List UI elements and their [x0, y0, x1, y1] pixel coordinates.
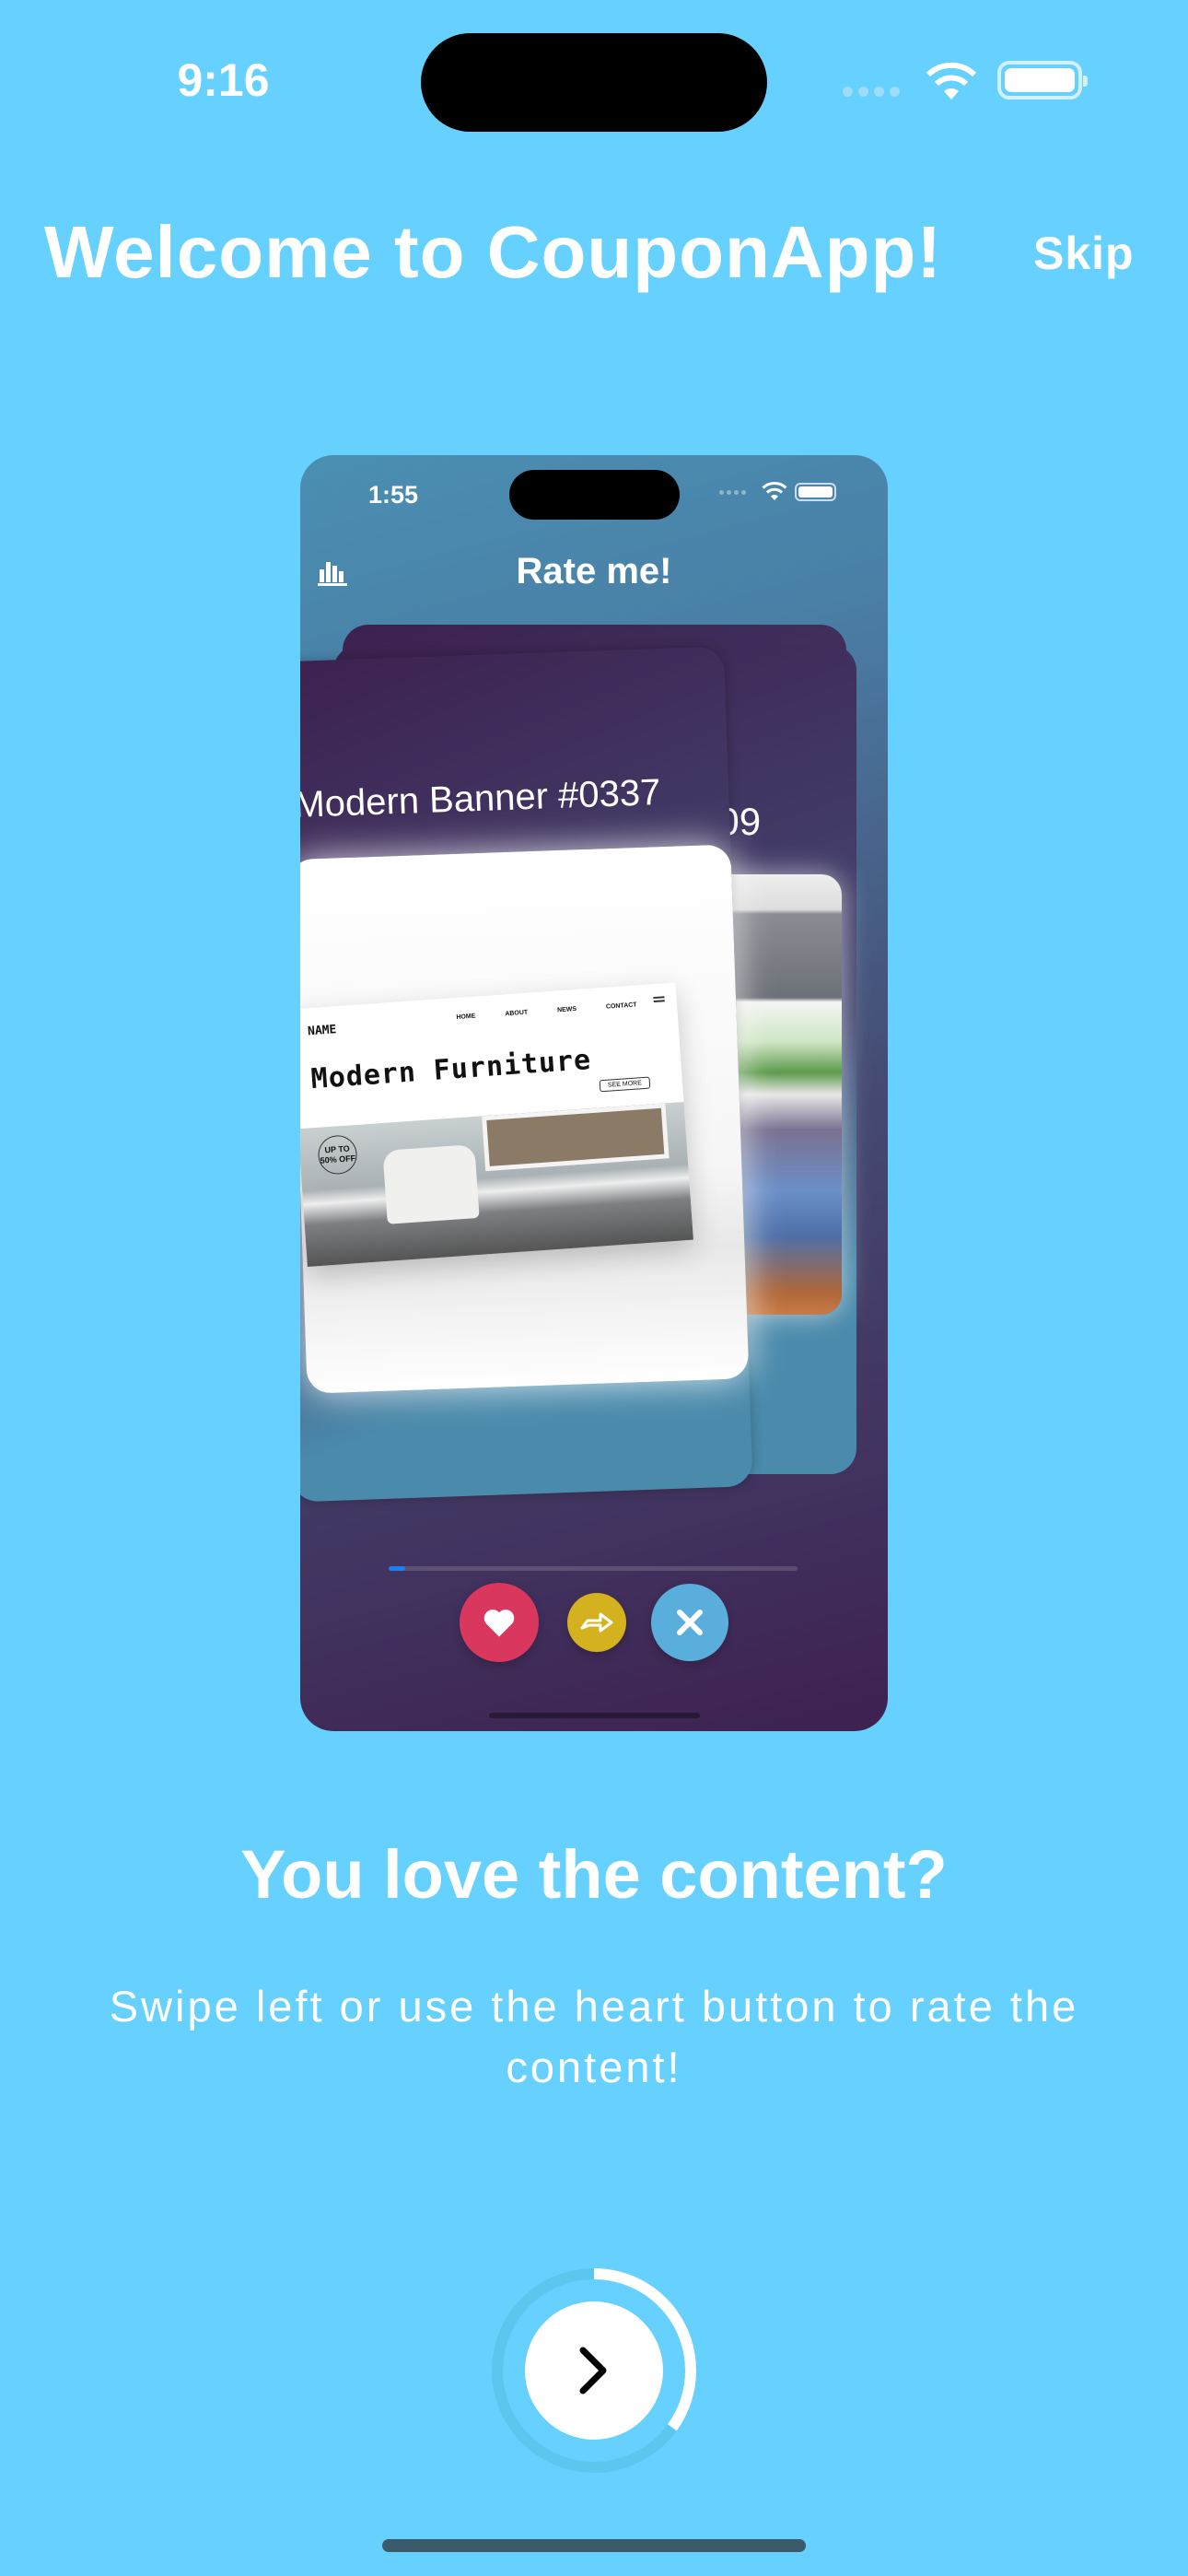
heart-icon — [483, 1610, 515, 1637]
wifi-icon — [926, 62, 977, 100]
banner-see-more: SEE MORE — [599, 1076, 651, 1093]
preview-screen-title: Rate me! — [516, 551, 672, 591]
banner-nav-item: ABOUT — [505, 1009, 529, 1018]
close-icon — [677, 1610, 703, 1635]
rating-progress-fill — [389, 1566, 405, 1571]
banner-mockup: NAME HOME ABOUT NEWS CONTACT Modern Furn… — [300, 982, 693, 1267]
preview-home-indicator — [489, 1713, 700, 1718]
share-button[interactable] — [567, 1593, 626, 1652]
preview-status-time: 1:55 — [368, 481, 419, 509]
banner-nav: HOME ABOUT NEWS CONTACT — [456, 1001, 637, 1021]
preview-signal-icon — [719, 490, 746, 495]
front-card[interactable]: Modern Banner #0337 NAME HOME ABOUT NEWS… — [300, 646, 753, 1503]
banner-nav-item: NEWS — [556, 1005, 577, 1014]
dislike-button[interactable] — [651, 1584, 728, 1661]
chair-shape — [382, 1144, 480, 1224]
front-card-image: NAME HOME ABOUT NEWS CONTACT Modern Furn… — [300, 844, 750, 1394]
battery-icon — [997, 61, 1088, 100]
preview-dynamic-island — [509, 470, 680, 520]
front-card-title: Modern Banner #0337 — [300, 772, 662, 825]
onboarding-description: Swipe left or use the heart button to ra… — [109, 1982, 1079, 2091]
banner-nav-item: CONTACT — [605, 1001, 637, 1011]
onboarding-heading: You love the content? — [240, 1836, 948, 1913]
status-time: 9:16 — [177, 54, 270, 106]
like-button[interactable] — [460, 1583, 539, 1662]
banner-brand: NAME — [307, 1023, 337, 1039]
banner-nav-item: HOME — [456, 1013, 476, 1022]
page-title: Welcome to CouponApp! — [44, 211, 942, 293]
skip-button[interactable]: Skip — [1033, 227, 1135, 280]
shelf-shape — [481, 1103, 670, 1172]
home-indicator — [382, 2539, 806, 2552]
chevron-right-icon — [579, 2347, 607, 2395]
app-preview: 1:55 Rate me! 009 Modern Banner #0337 NA… — [300, 455, 888, 1731]
banner-menu-icon — [653, 996, 665, 1003]
banner-badge: UP TO 50% OFF — [317, 1133, 358, 1176]
preview-wifi-icon — [762, 481, 787, 500]
banner-photo: UP TO 50% OFF — [300, 1102, 693, 1267]
rating-progress-bar — [389, 1566, 798, 1571]
dynamic-island — [421, 33, 767, 132]
cellular-signal-icon — [843, 87, 900, 97]
next-button[interactable] — [525, 2301, 663, 2440]
share-arrow-icon — [580, 1612, 613, 1633]
banner-headline: Modern Furniture — [309, 1043, 593, 1096]
preview-battery-icon — [795, 483, 836, 501]
